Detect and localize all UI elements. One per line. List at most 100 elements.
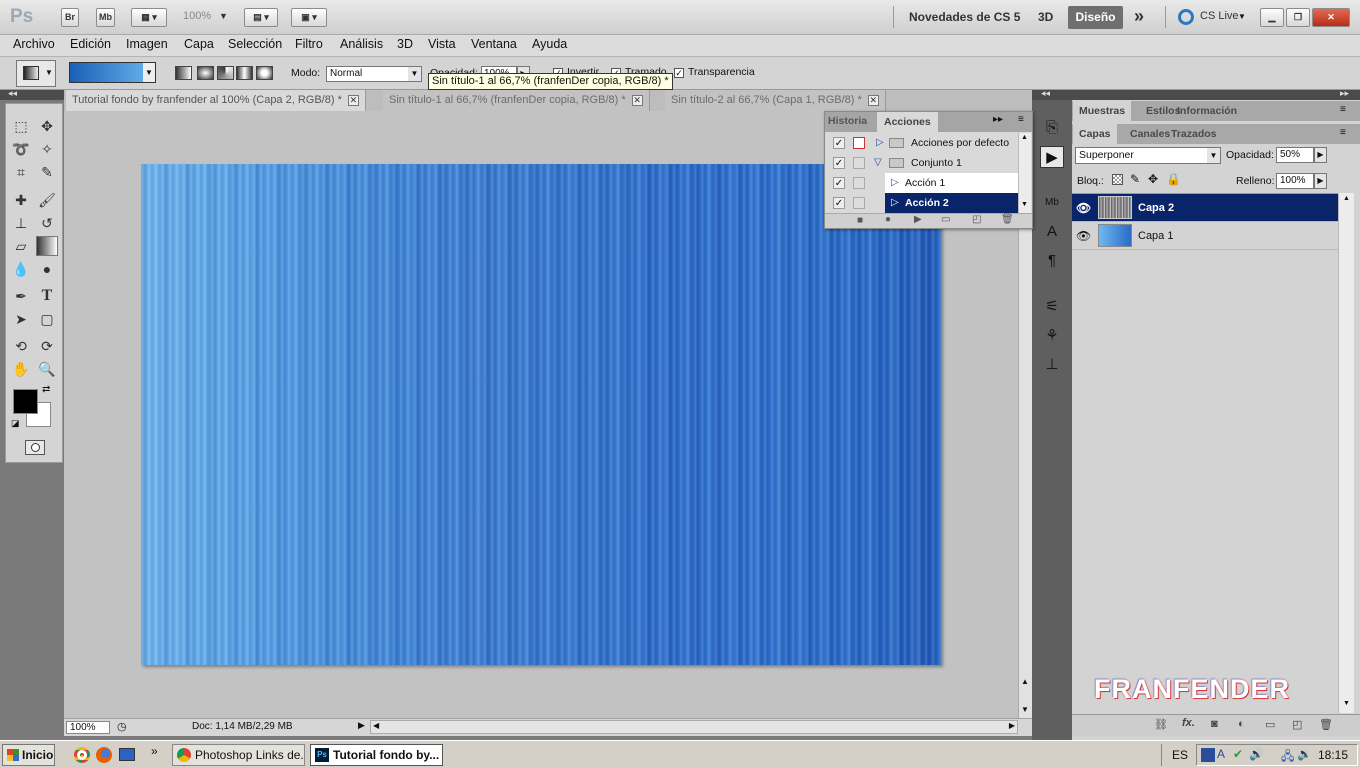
zoom-dropdown-icon[interactable]: ▼: [219, 11, 228, 21]
tab-document-1[interactable]: Tutorial fondo by franfender al 100% (Ca…: [66, 90, 366, 111]
document-image[interactable]: [141, 164, 941, 665]
menu-ventana[interactable]: Ventana: [471, 37, 517, 51]
workspace-diseno[interactable]: Diseño: [1068, 6, 1123, 29]
close-icon[interactable]: ✕: [867, 95, 879, 106]
start-button[interactable]: Inicio: [2, 744, 55, 766]
language-indicator[interactable]: ES: [1172, 748, 1188, 762]
tray-volume-icon[interactable]: 🔉: [1297, 747, 1312, 761]
trash-icon[interactable]: 🗑: [1319, 718, 1333, 731]
magic-wand-tool-icon[interactable]: ✧: [36, 139, 58, 159]
tool-preset-picker[interactable]: ▼: [16, 60, 56, 87]
minimize-button[interactable]: ▁: [1260, 8, 1284, 27]
clock[interactable]: 18:15: [1318, 748, 1348, 762]
gradient-type-diamond[interactable]: [256, 66, 273, 80]
link-layers-icon[interactable]: ⛓: [1154, 718, 1168, 731]
brush-presets-panel-icon[interactable]: ⚟: [1040, 296, 1064, 318]
layer-opacity-input[interactable]: 50%: [1276, 147, 1314, 163]
show-desktop-icon[interactable]: [119, 748, 135, 761]
visibility-eye-icon[interactable]: 👁: [1076, 194, 1091, 222]
menu-seleccion[interactable]: Selección: [228, 37, 282, 51]
clone-stamp-tool-icon[interactable]: ⊥: [10, 213, 32, 233]
new-action-icon[interactable]: ◰: [972, 214, 981, 225]
3d-rotate-tool-icon[interactable]: ⟲: [10, 336, 32, 356]
eraser-tool-icon[interactable]: ▱: [10, 236, 32, 256]
zoom-level[interactable]: 100%: [183, 10, 211, 22]
lock-pixels-icon[interactable]: ✎: [1130, 172, 1140, 186]
scroll-right-icon[interactable]: ▶: [1009, 721, 1015, 730]
healing-brush-tool-icon[interactable]: ✚: [10, 190, 32, 210]
status-menu-arrow-icon[interactable]: ▶: [358, 720, 365, 731]
panel-menu-icon[interactable]: ≡: [1340, 127, 1346, 138]
history-brush-tool-icon[interactable]: ↺: [36, 213, 58, 233]
marquee-tool-icon[interactable]: ⬚: [10, 116, 32, 136]
stop-icon[interactable]: ■: [857, 215, 863, 226]
cslive-dropdown-icon[interactable]: ▼: [1238, 12, 1246, 21]
workspace-3d[interactable]: 3D: [1038, 10, 1053, 24]
transparency-checkbox[interactable]: ✓ Transparencia: [674, 66, 755, 78]
lock-transparent-icon[interactable]: [1112, 174, 1123, 185]
blend-mode-select[interactable]: Superponer ▼: [1075, 147, 1221, 164]
gradient-type-angle[interactable]: [217, 66, 234, 80]
view-extras-button[interactable]: ▦ ▾: [131, 8, 167, 27]
adjustment-layer-icon[interactable]: ◐: [1238, 718, 1245, 730]
record-icon[interactable]: ●: [885, 214, 891, 225]
clone-source-panel-icon[interactable]: ⊥: [1040, 354, 1064, 376]
tab-muestras[interactable]: Muestras: [1073, 101, 1132, 121]
tray-network-icon[interactable]: 🖧: [1281, 747, 1294, 768]
play-icon[interactable]: ▶: [914, 214, 922, 225]
eyedropper-tool-icon[interactable]: ✎: [36, 162, 58, 182]
trash-icon[interactable]: 🗑: [1001, 214, 1014, 225]
collapse-right-icon[interactable]: ◂◂: [1041, 88, 1050, 99]
menu-edicion[interactable]: Edición: [70, 37, 111, 51]
minibridge-button[interactable]: Mb: [96, 8, 115, 27]
scroll-down-icon[interactable]: ▼: [1343, 700, 1350, 707]
collapse-triangle-icon[interactable]: ▽: [874, 153, 882, 173]
character-panel-icon[interactable]: A: [1040, 221, 1064, 243]
expand-triangle-icon[interactable]: ▷: [891, 173, 899, 193]
tab-document-2[interactable]: Sin título-1 al 66,7% (franfenDer copia,…: [383, 90, 650, 111]
status-zoom[interactable]: 100%: [66, 721, 110, 734]
scroll-up-icon[interactable]: ▲: [1021, 677, 1029, 686]
close-button[interactable]: ✕: [1312, 8, 1350, 27]
scroll-down-icon[interactable]: ▼: [1021, 705, 1029, 714]
restore-button[interactable]: ❐: [1286, 8, 1310, 27]
cslive-label[interactable]: CS Live: [1200, 10, 1239, 22]
taskbar-item-chrome[interactable]: Photoshop Links de...: [172, 744, 305, 766]
hand-tool-icon[interactable]: ✋: [10, 359, 32, 379]
actions-scrollbar[interactable]: ▲ ▼: [1018, 133, 1031, 213]
close-icon[interactable]: ✕: [631, 95, 643, 106]
list-item[interactable]: ✓ ▷ Acción 1: [825, 173, 1018, 193]
layer-row[interactable]: 👁 Capa 2: [1072, 194, 1338, 222]
gradient-type-reflected[interactable]: [236, 66, 253, 80]
firefox-icon[interactable]: [96, 747, 112, 763]
bridge-button[interactable]: Br: [61, 8, 79, 27]
lock-position-icon[interactable]: ✥: [1148, 172, 1158, 186]
scroll-up-icon[interactable]: ▲: [1021, 134, 1028, 141]
fill-arrow-icon[interactable]: ▶: [1314, 173, 1327, 189]
horizontal-scrollbar[interactable]: ◀ ▶: [370, 720, 1018, 734]
blur-tool-icon[interactable]: 💧: [10, 259, 32, 279]
dialog-toggle-icon[interactable]: [853, 137, 865, 149]
minibridge-panel-icon[interactable]: Mb: [1040, 192, 1064, 214]
menu-archivo[interactable]: Archivo: [13, 37, 55, 51]
scroll-down-icon[interactable]: ▼: [1021, 201, 1028, 208]
brushes-panel-icon[interactable]: ⚘: [1040, 325, 1064, 347]
crop-tool-icon[interactable]: ⌗: [10, 162, 32, 182]
pen-tool-icon[interactable]: ✒: [10, 286, 32, 306]
quicklaunch-more-icon[interactable]: »: [151, 744, 158, 758]
workspace-novedades[interactable]: Novedades de CS 5: [909, 10, 1020, 24]
gradient-tool-icon[interactable]: [36, 236, 58, 256]
fill-input[interactable]: 100%: [1276, 173, 1314, 189]
tray-app-icon[interactable]: [1201, 748, 1215, 762]
lock-all-icon[interactable]: 🔒: [1166, 172, 1181, 186]
layer-mask-icon[interactable]: ◙: [1211, 718, 1218, 730]
brush-tool-icon[interactable]: 🖌: [36, 190, 58, 210]
tab-historia[interactable]: Historia: [828, 115, 867, 127]
tab-informacion[interactable]: Información: [1171, 101, 1243, 121]
gradient-picker[interactable]: ▼: [69, 62, 156, 83]
check-icon[interactable]: ✓: [833, 157, 845, 169]
mode-select[interactable]: Normal ▼: [326, 66, 422, 82]
scroll-up-icon[interactable]: ▲: [1343, 195, 1350, 202]
menu-analisis[interactable]: Análisis: [340, 37, 383, 51]
status-info-icon[interactable]: ◷: [117, 720, 127, 733]
